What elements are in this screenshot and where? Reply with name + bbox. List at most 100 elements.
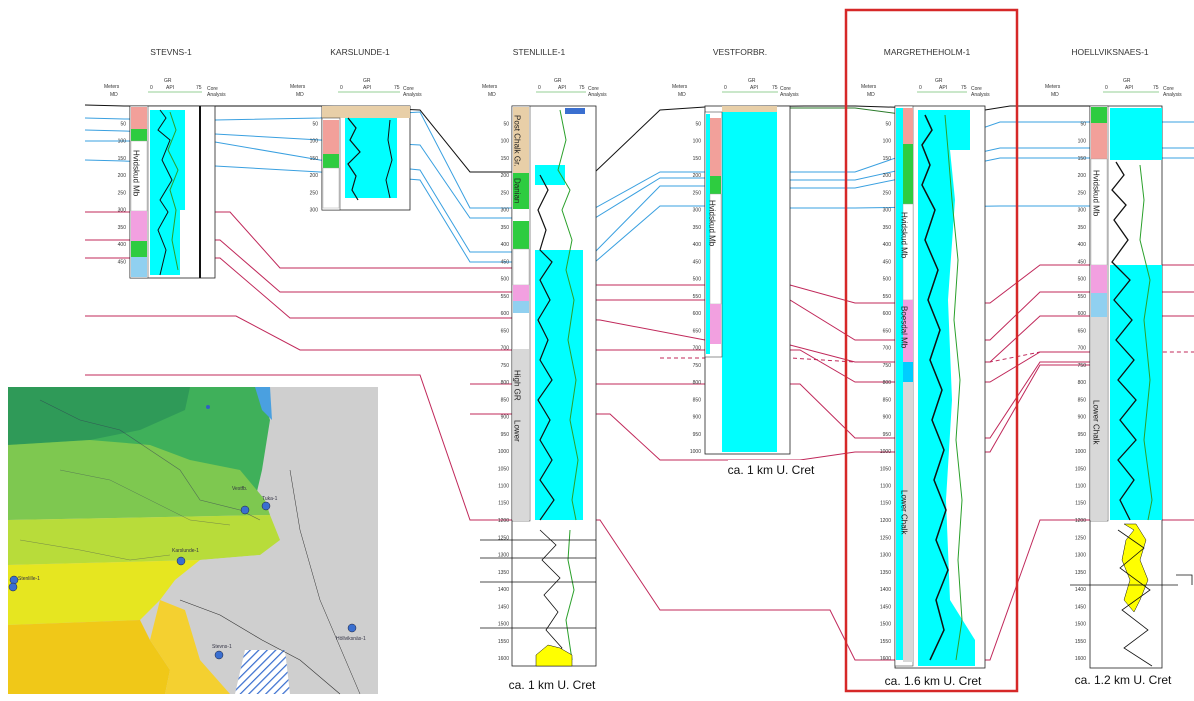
unit-label-boesdal: Boesdal Mb xyxy=(900,306,909,349)
depth-tick-label: 800 xyxy=(693,380,702,386)
depth-tick-label: 250 xyxy=(501,190,510,196)
log-header: MetersMD GR 0 API 75 CoreAnalysis xyxy=(672,78,799,98)
depth-tick-label: 1050 xyxy=(1075,466,1086,472)
depth-tick-label: 850 xyxy=(693,397,702,403)
depth-tick-label: 1200 xyxy=(1075,518,1086,524)
depth-tick-label: 850 xyxy=(1078,397,1087,403)
map-label-tuka: Tuka-1 xyxy=(262,496,278,502)
map-label-stenlille: Stenlille-1 xyxy=(18,576,40,582)
depth-tick-label: 200 xyxy=(883,173,892,179)
log-headers: MetersMD GR 0 API 75 CoreAnalysis Meters MD… xyxy=(104,78,1182,98)
unit-block xyxy=(513,285,529,301)
depth-tick-label: 650 xyxy=(883,328,892,334)
svg-text:Meters: Meters xyxy=(861,84,877,90)
depth-tick-label: 900 xyxy=(1078,415,1087,421)
caption-hoellviksnaes: ca. 1.2 km U. Cret xyxy=(1075,673,1172,687)
depth-tick-label: 50 xyxy=(1080,121,1086,127)
map-well-marker xyxy=(347,623,357,633)
svg-text:0: 0 xyxy=(724,85,727,91)
well-title-stevns: STEVNS-1 xyxy=(150,47,192,57)
unit-label-hvidskud: Hvidskud Mb xyxy=(708,200,717,247)
map-label-vestforb: Vestfb. xyxy=(232,486,247,492)
depth-tick-label: 1050 xyxy=(498,466,509,472)
depth-tick-label: 1250 xyxy=(498,535,509,541)
svg-text:MD: MD xyxy=(488,92,496,98)
map-well-marker xyxy=(261,501,271,511)
depth-tick-label: 300 xyxy=(310,208,319,214)
svg-text:API: API xyxy=(363,85,371,91)
well-title-margretheholm: MARGRETHEHOLM-1 xyxy=(884,47,971,57)
depth-tick-label: 300 xyxy=(883,208,892,214)
depth-tick-label: 150 xyxy=(1078,156,1087,162)
well-title-karslunde: KARSLUNDE-1 xyxy=(330,47,390,57)
svg-text:API: API xyxy=(166,85,174,91)
depth-tick-label: 1200 xyxy=(880,518,891,524)
svg-text:GR: GR xyxy=(164,78,172,84)
depth-tick-label: 750 xyxy=(693,363,702,369)
depth-tick-label: 950 xyxy=(693,432,702,438)
depth-tick-label: 1000 xyxy=(880,449,891,455)
svg-text:MD: MD xyxy=(867,92,875,98)
depth-tick-label: 1500 xyxy=(498,622,509,628)
depth-axis-stenlille: 50 100 150 200 250 300 350 400 450 500 550 600 650 70… xyxy=(498,121,509,662)
depth-tick-label: 1600 xyxy=(880,656,891,662)
depth-tick-label: 950 xyxy=(883,432,892,438)
depth-tick-label: 700 xyxy=(693,346,702,352)
log-fill xyxy=(1110,265,1162,520)
depth-tick-label: 350 xyxy=(1078,225,1087,231)
log-header: MetersMD GR 0 API 75 CoreAnalysis xyxy=(104,78,226,98)
depth-tick-label: 50 xyxy=(503,121,509,127)
depth-tick-label: 850 xyxy=(501,397,510,403)
depth-tick-label: 400 xyxy=(118,242,127,248)
unit-label-hvidskud: Hvidskud Mb xyxy=(132,150,141,197)
svg-text:GR: GR xyxy=(1123,78,1131,84)
depth-tick-label: 800 xyxy=(1078,380,1087,386)
depth-tick-label: 750 xyxy=(501,363,510,369)
depth-tick-label: 250 xyxy=(693,190,702,196)
depth-tick-label: 700 xyxy=(883,346,892,352)
svg-text:MD: MD xyxy=(110,92,118,98)
depth-tick-label: 1100 xyxy=(498,484,509,490)
depth-tick-label: 250 xyxy=(118,190,127,196)
unit-label-hvidskud: Hvidskud Mb xyxy=(1092,170,1101,217)
log-fill xyxy=(722,112,777,452)
depth-tick-label: 1150 xyxy=(1075,501,1086,507)
map-label-karslunde: Karslunde-1 xyxy=(172,548,199,554)
depth-tick-label: 1450 xyxy=(498,604,509,610)
unit-block xyxy=(131,257,147,277)
depth-tick-label: 950 xyxy=(501,432,510,438)
depth-tick-label: 1550 xyxy=(498,639,509,645)
svg-text:API: API xyxy=(1125,85,1133,91)
svg-text:Analysis: Analysis xyxy=(588,92,607,98)
svg-text:0: 0 xyxy=(538,85,541,91)
depth-tick-label: 150 xyxy=(310,156,319,162)
svg-text:75: 75 xyxy=(961,85,967,91)
depth-tick-label: 1100 xyxy=(1075,484,1086,490)
depth-tick-label: 400 xyxy=(1078,242,1087,248)
depth-tick-label: 1000 xyxy=(690,449,701,455)
depth-tick-label: 700 xyxy=(501,346,510,352)
svg-text:API: API xyxy=(558,85,566,91)
depth-tick-label: 1300 xyxy=(1075,553,1086,559)
well-column-stevns: Hvidskud Mb xyxy=(129,105,216,279)
depth-tick-label: 550 xyxy=(693,294,702,300)
unit-label-hvidskud: Hvidskud Mb xyxy=(900,212,909,259)
depth-tick-label: 100 xyxy=(310,139,319,145)
unit-block xyxy=(1091,123,1107,159)
depth-tick-label: 200 xyxy=(310,173,319,179)
unit-block xyxy=(322,167,340,209)
depth-tick-label: 150 xyxy=(693,156,702,162)
log-header: MetersMD GR 0 API 75 CoreAnalysis xyxy=(482,78,607,98)
map-label-hollviksnas: Höllviksnäs-1 xyxy=(336,636,366,642)
depth-tick-label: 1550 xyxy=(880,639,891,645)
svg-text:GR: GR xyxy=(935,78,943,84)
svg-text:0: 0 xyxy=(150,85,153,91)
svg-text:MD: MD xyxy=(678,92,686,98)
unit-label-danian: Danian xyxy=(513,178,522,203)
depth-axis-vestforbr: 50 100 150 200 250 300 350 400 450 500 550 600 650 70… xyxy=(690,121,701,455)
depth-tick-label: 1450 xyxy=(1075,604,1086,610)
depth-tick-label: 450 xyxy=(883,259,892,265)
depth-tick-label: 1000 xyxy=(498,449,509,455)
svg-text:GR: GR xyxy=(363,78,371,84)
depth-tick-label: 250 xyxy=(1078,190,1087,196)
